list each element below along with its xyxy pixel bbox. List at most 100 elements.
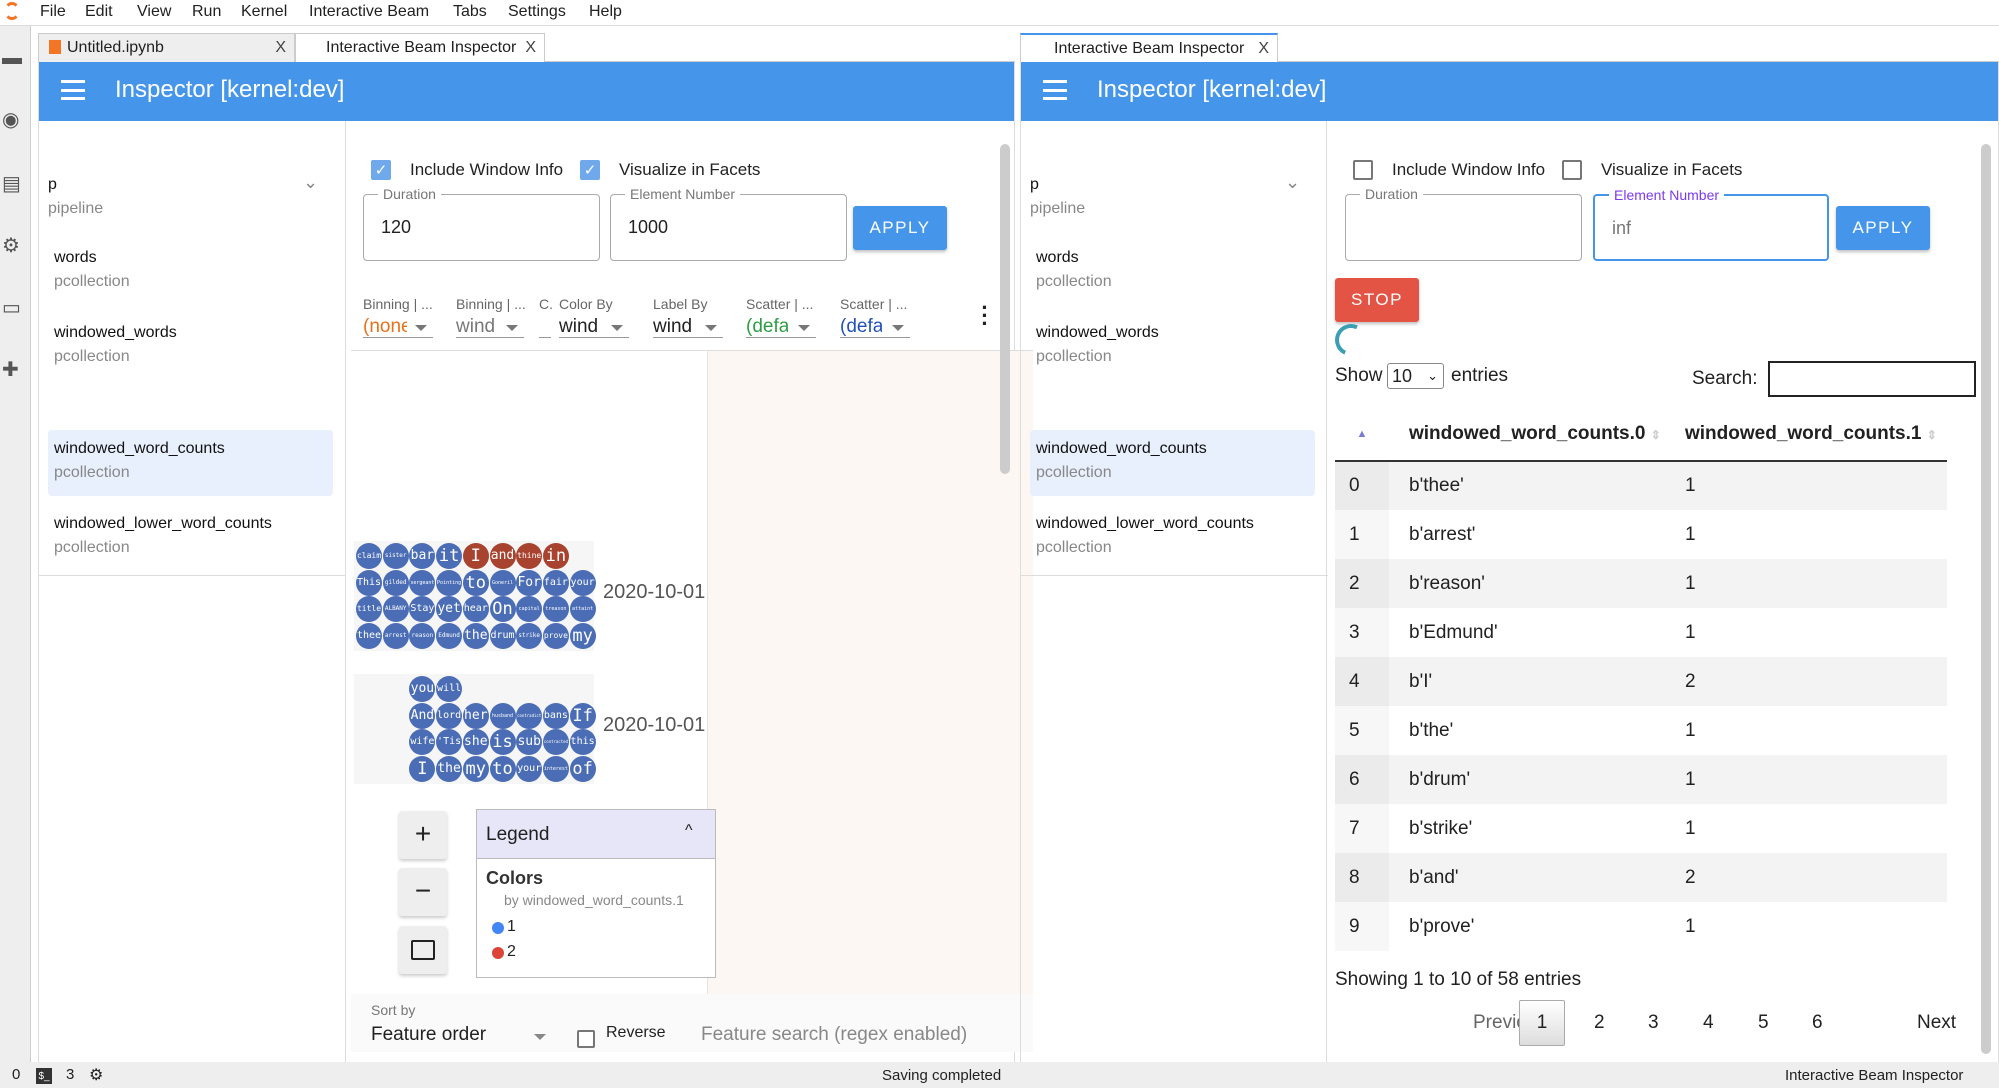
data-point[interactable]: to [462, 569, 489, 596]
sidebar-item-words[interactable]: words pcollection [1030, 239, 1315, 305]
data-point[interactable]: I [462, 543, 489, 569]
data-point[interactable]: lord [436, 702, 463, 729]
element-number-field[interactable]: Element Number 1000 [610, 186, 847, 261]
close-icon[interactable]: X [525, 34, 536, 62]
data-point[interactable]: your [516, 756, 543, 783]
reverse-checkbox[interactable] [577, 1030, 595, 1048]
data-point[interactable]: contradict [516, 702, 543, 729]
data-point[interactable]: claim [356, 543, 382, 569]
data-point[interactable]: And [409, 702, 436, 729]
sort-by-dropdown[interactable]: Feature order [371, 1024, 546, 1050]
data-point[interactable]: will [436, 676, 463, 702]
data-point[interactable]: and [489, 543, 516, 569]
menu-interactive-beam[interactable]: Interactive Beam [309, 3, 429, 21]
data-point[interactable]: sister [382, 543, 409, 569]
data-point[interactable]: my [569, 623, 596, 650]
binning-y-dropdown[interactable]: Binning | ... wind [456, 290, 526, 338]
menu-tabs[interactable]: Tabs [453, 3, 487, 21]
data-point[interactable]: hear [462, 596, 489, 623]
data-point[interactable]: husband [489, 702, 516, 729]
tab-inspector[interactable]: Interactive Beam Inspector X [295, 33, 545, 62]
fit-to-screen-button[interactable] [399, 926, 447, 974]
table-row[interactable]: 6 b'drum' 1 [1335, 755, 1947, 804]
data-point[interactable]: On [489, 596, 516, 623]
data-point[interactable]: contracted [542, 729, 569, 756]
menu-settings[interactable]: Settings [508, 3, 566, 21]
menu-kernel[interactable]: Kernel [241, 3, 287, 21]
menu-icon[interactable] [1043, 80, 1067, 100]
entries-select[interactable]: 10 ⌄ [1387, 363, 1444, 389]
sidebar-item-windowed-lower-word-counts[interactable]: windowed_lower_word_counts pcollection [48, 505, 333, 571]
table-row[interactable]: 9 b'prove' 1 [1335, 902, 1947, 951]
close-icon[interactable]: X [1258, 35, 1269, 63]
sidebar-item-windowed-lower-word-counts[interactable]: windowed_lower_word_counts pcollection [1030, 505, 1315, 571]
apply-button[interactable]: APPLY [1836, 206, 1930, 250]
data-point[interactable]: bar [409, 543, 436, 569]
chevron-down-icon[interactable]: ⌄ [1285, 172, 1300, 193]
sidebar-item-windowed-word-counts[interactable]: windowed_word_counts pcollection [1030, 430, 1315, 496]
page-4-button[interactable]: 4 [1703, 1012, 1714, 1034]
data-point[interactable]: 'Tis [436, 729, 463, 756]
data-point[interactable]: Edmund [436, 623, 463, 650]
data-point[interactable]: capital [516, 596, 543, 623]
data-point[interactable]: Stay [409, 596, 436, 623]
duration-field[interactable]: Duration 120 [363, 186, 600, 261]
page-1-button[interactable]: 1 [1519, 1000, 1565, 1046]
visualize-in-facets-checkbox[interactable]: ✓ [580, 160, 600, 180]
tabs-icon[interactable]: ▭ [2, 298, 24, 318]
sidebar-item-words[interactable]: words pcollection [48, 239, 333, 305]
data-point[interactable]: it [436, 543, 463, 569]
data-point[interactable]: Pointing [436, 569, 463, 596]
column-header-1[interactable]: windowed_word_counts.1 ⇕ [1671, 408, 1947, 461]
data-point[interactable]: drum [489, 623, 516, 650]
data-point[interactable]: I [409, 756, 436, 783]
data-point[interactable]: she [462, 729, 489, 756]
data-point[interactable]: gilded [382, 569, 409, 596]
binning-x-dropdown[interactable]: Binning | ... (none) [363, 290, 433, 338]
data-point[interactable]: of [569, 756, 596, 783]
menu-file[interactable]: File [40, 3, 66, 21]
data-point[interactable]: interest [542, 756, 569, 783]
search-input[interactable] [1768, 361, 1976, 397]
sort-asc-icon[interactable]: ▲ [1335, 408, 1389, 461]
include-window-info-checkbox[interactable]: ✓ [371, 160, 391, 180]
kernel-cpu-icon[interactable]: ⚙ [89, 1065, 103, 1085]
close-icon[interactable]: X [275, 34, 286, 62]
menu-edit[interactable]: Edit [85, 3, 113, 21]
sidebar-item-windowed-word-counts[interactable]: windowed_word_counts pcollection [48, 430, 333, 496]
data-point[interactable]: fair [542, 569, 569, 596]
table-row[interactable]: 4 b'I' 2 [1335, 657, 1947, 706]
column-dropdown[interactable]: C. [539, 290, 553, 338]
more-options-icon[interactable]: · · · [981, 297, 989, 335]
page-3-button[interactable]: 3 [1648, 1012, 1659, 1034]
data-point[interactable]: the [462, 623, 489, 650]
data-point[interactable]: prove [542, 623, 569, 650]
page-2-button[interactable]: 2 [1594, 1012, 1605, 1034]
include-window-info-checkbox[interactable] [1353, 160, 1373, 180]
data-point[interactable]: treason [542, 596, 569, 623]
data-point[interactable]: For [516, 569, 543, 596]
table-row[interactable]: 5 b'the' 1 [1335, 706, 1947, 755]
menu-icon[interactable] [61, 80, 85, 100]
data-point[interactable]: ALBANY [382, 596, 409, 623]
data-point[interactable]: arrest [382, 623, 409, 650]
data-point[interactable]: her [462, 702, 489, 729]
data-point[interactable]: to [489, 756, 516, 783]
scrollbar[interactable] [1000, 144, 1010, 474]
column-header-0[interactable]: windowed_word_counts.0 ⇕ [1389, 408, 1671, 461]
apply-button[interactable]: APPLY [853, 206, 947, 250]
sidebar-item-pipeline[interactable]: p pipeline ⌄ [1030, 166, 1315, 232]
data-point[interactable]: my [462, 756, 489, 783]
table-row[interactable]: 1 b'arrest' 1 [1335, 510, 1947, 559]
label-by-dropdown[interactable]: Label By wind [653, 290, 723, 338]
commands-icon[interactable]: ▤ [2, 174, 24, 194]
data-point[interactable]: thine [516, 543, 543, 569]
color-by-dropdown[interactable]: Color By wind [559, 290, 629, 338]
legend-header[interactable]: Legend ^ [477, 810, 715, 859]
scrollbar[interactable] [1981, 144, 1991, 1054]
next-button[interactable]: Next [1917, 1012, 1956, 1034]
menu-help[interactable]: Help [589, 3, 622, 21]
visualize-in-facets-checkbox[interactable] [1562, 160, 1582, 180]
data-point[interactable]: your [569, 569, 596, 596]
duration-field[interactable]: Duration [1345, 186, 1582, 261]
